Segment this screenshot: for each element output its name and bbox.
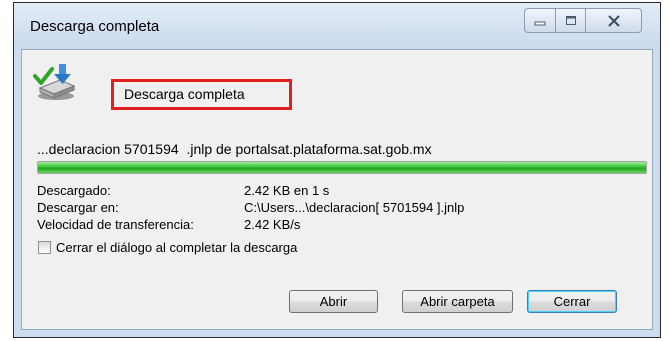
minimize-button[interactable] bbox=[524, 8, 556, 33]
download-complete-icon bbox=[32, 62, 78, 104]
open-folder-button[interactable]: Abrir carpeta bbox=[402, 290, 513, 313]
close-button[interactable] bbox=[586, 8, 642, 33]
progress-fill bbox=[38, 162, 646, 173]
maximize-icon bbox=[565, 16, 576, 25]
open-button[interactable]: Abrir bbox=[289, 290, 378, 313]
close-on-complete-label[interactable]: Cerrar el diálogo al completar la descar… bbox=[56, 240, 297, 255]
downloaded-value: 2.42 KB en 1 s bbox=[244, 183, 330, 198]
maximize-button[interactable] bbox=[556, 8, 586, 33]
transfer-rate-value: 2.42 KB/s bbox=[244, 217, 301, 232]
title-bar[interactable]: Descarga completa bbox=[14, 3, 660, 49]
close-icon bbox=[607, 14, 620, 27]
file-source-text: ...declaracion 5701594 .jnlp de portalsa… bbox=[37, 141, 432, 157]
download-complete-heading: Descarga completa bbox=[111, 79, 292, 110]
window-controls bbox=[524, 8, 642, 33]
close-on-complete-checkbox[interactable] bbox=[38, 241, 51, 254]
dialog-body: Descarga completa ...declaracion 5701594… bbox=[21, 49, 653, 330]
downloaded-label: Descargado: bbox=[37, 183, 111, 198]
download-progress-bar bbox=[37, 161, 647, 174]
save-location-label: Descargar en: bbox=[37, 200, 119, 215]
close-dialog-button[interactable]: Cerrar bbox=[527, 290, 617, 313]
window-title: Descarga completa bbox=[30, 18, 160, 35]
minimize-icon bbox=[534, 21, 546, 25]
download-dialog: Descarga completa Descarga completa ...d… bbox=[13, 2, 661, 338]
transfer-rate-label: Velocidad de transferencia: bbox=[37, 217, 194, 232]
save-location-value: C:\Users...\declaracion[ 5701594 ].jnlp bbox=[244, 200, 465, 215]
